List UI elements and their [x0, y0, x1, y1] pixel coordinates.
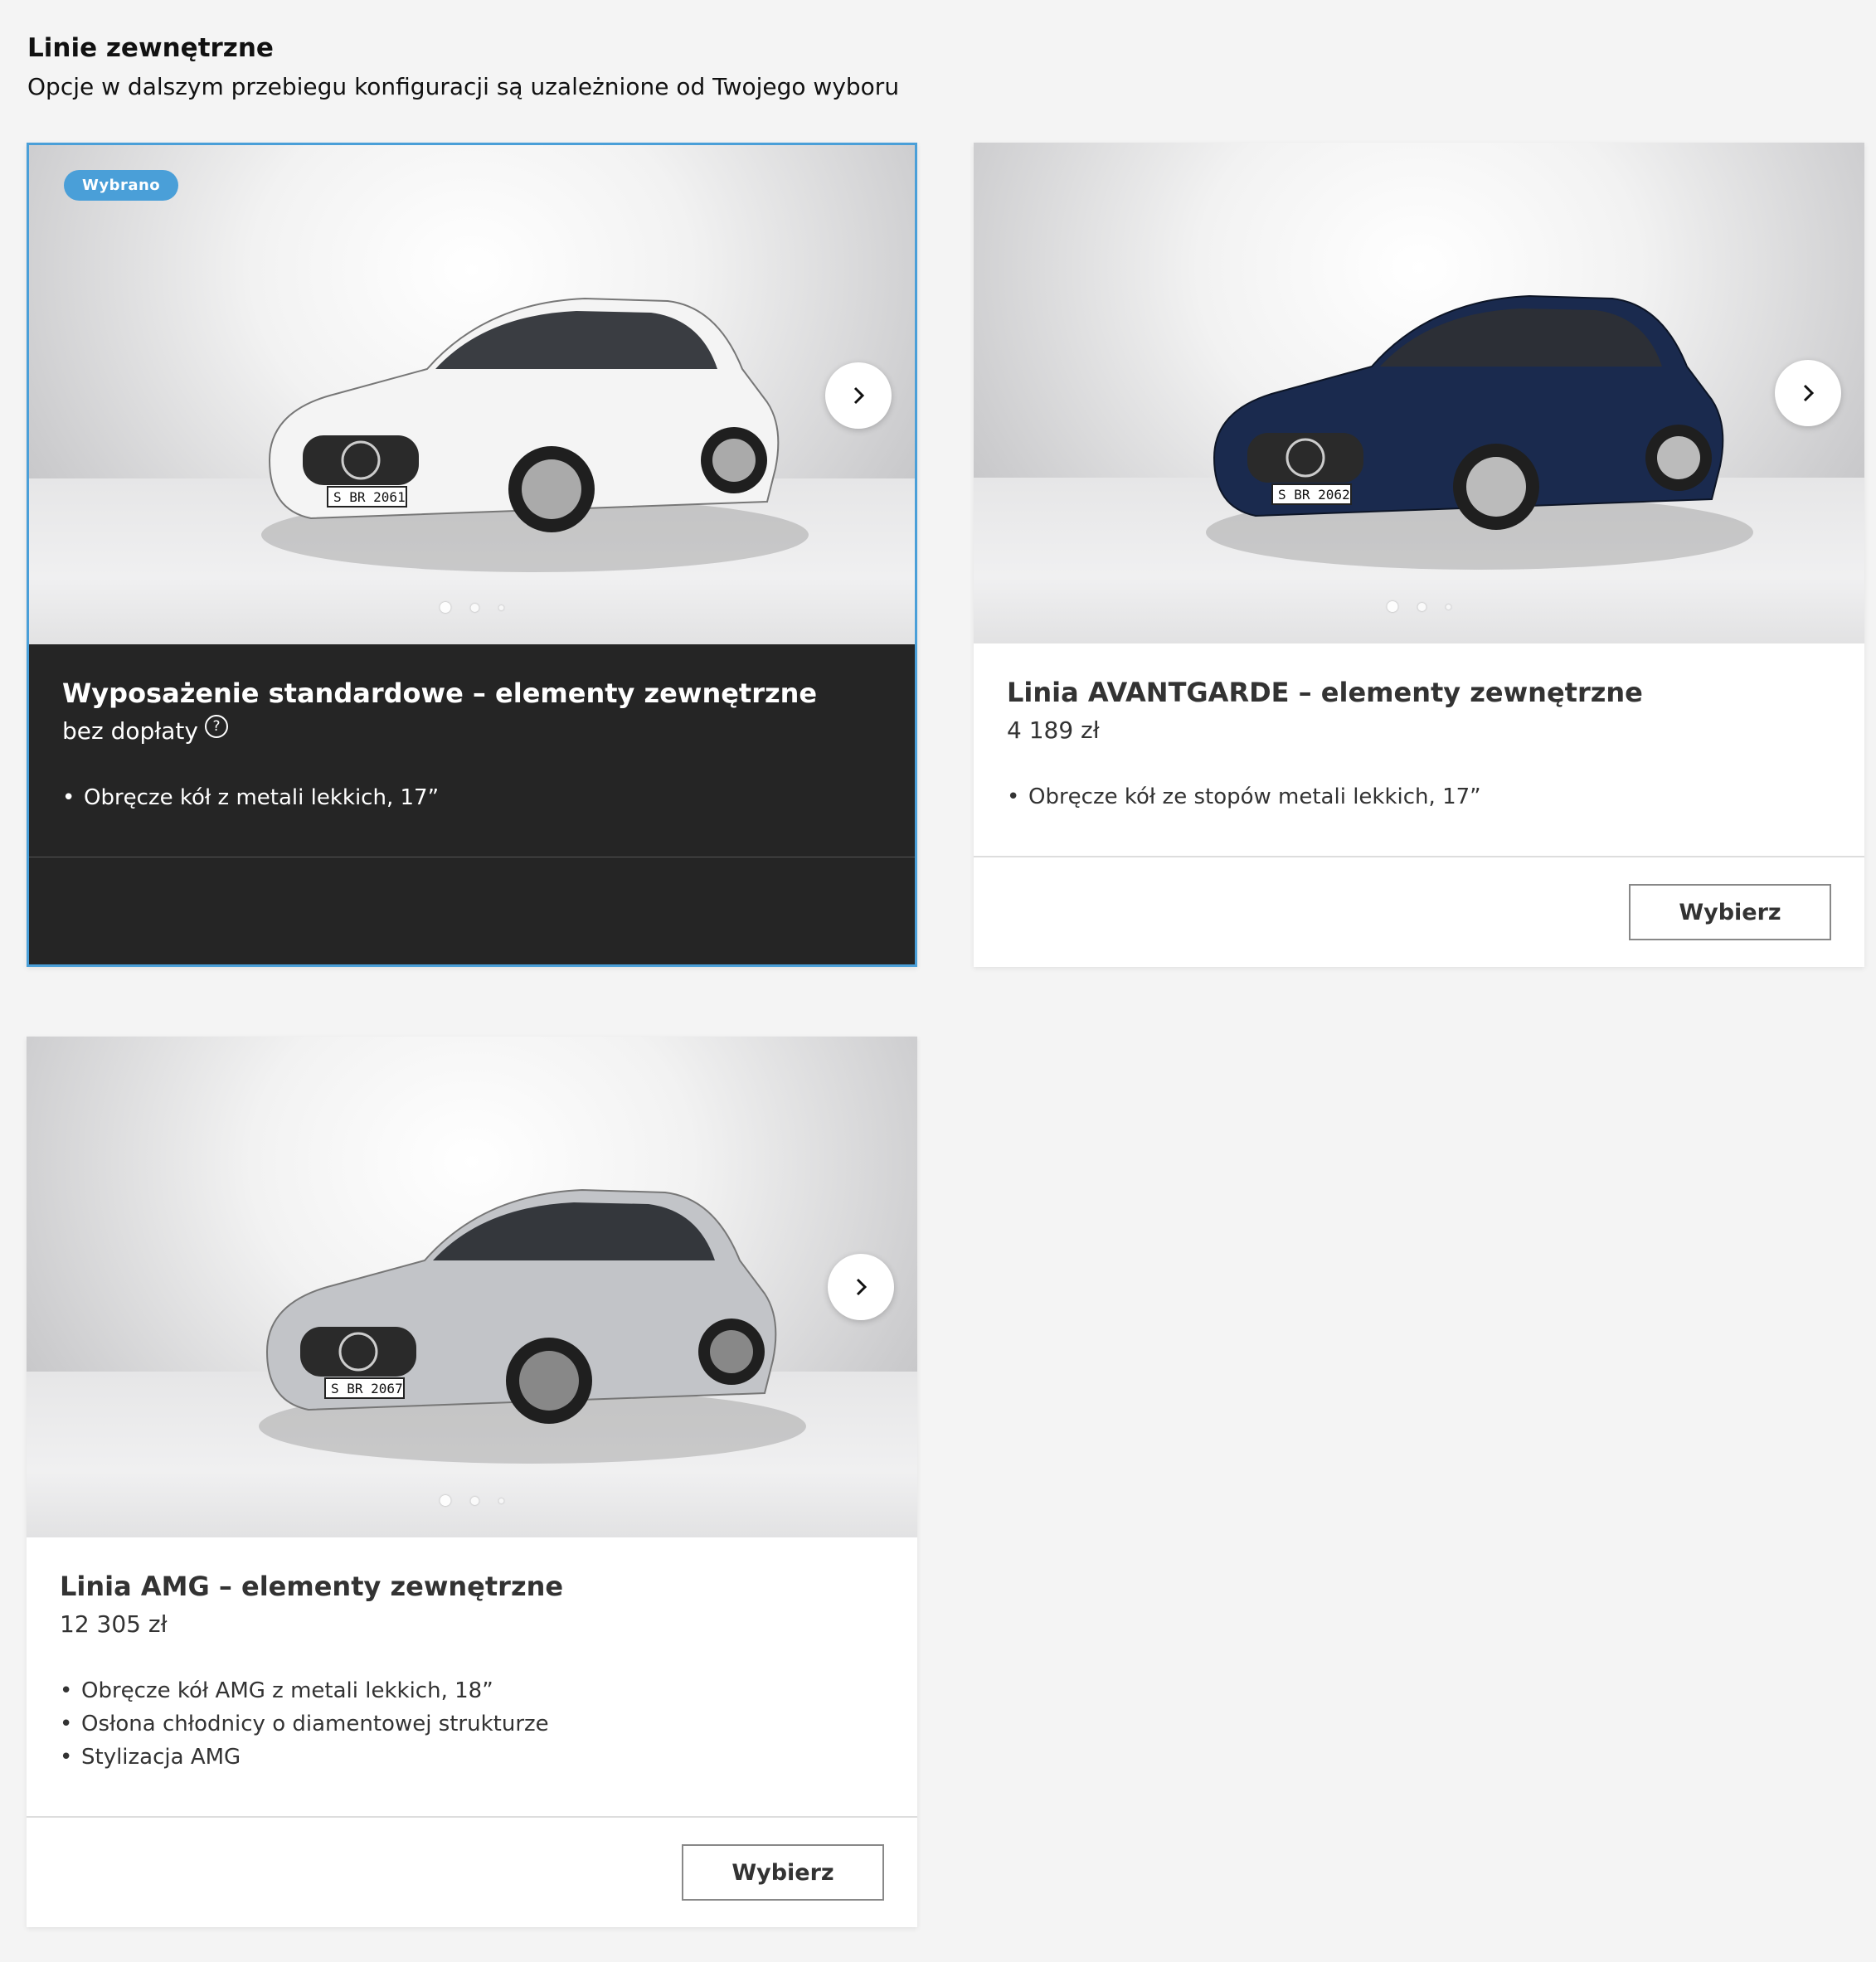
car-image-carousel[interactable]: S BR 2062	[974, 143, 1864, 643]
feature-list: Obręcze kół ze stopów metali lekkich, 17…	[1007, 780, 1831, 813]
license-plate: S BR 2067	[331, 1381, 403, 1396]
option-title: Linia AVANTGARDE – elementy zewnętrzne	[1007, 677, 1643, 708]
car-image: S BR 2062	[1206, 294, 1753, 570]
feature-list: Obręcze kół z metali lekkich, 17”	[62, 781, 882, 814]
carousel-dot[interactable]	[498, 605, 504, 610]
price-label: bez dopłaty	[62, 717, 198, 745]
chevron-right-icon	[853, 386, 865, 405]
feature-item: Osłona chłodnicy o diamentowej strukturz…	[60, 1707, 884, 1741]
chevron-right-icon	[1803, 384, 1815, 402]
option-price: 12 305 zł	[60, 1610, 168, 1638]
carousel-dots	[440, 602, 504, 613]
selected-badge: Wybrano	[64, 170, 179, 201]
option-card-amg[interactable]: S BR 2067 Linia AMG – elementy zewnętrzn…	[27, 1037, 917, 1927]
carousel-dot[interactable]	[440, 1495, 451, 1506]
feature-item: Obręcze kół AMG z metali lekkich, 18”	[60, 1674, 884, 1707]
chevron-right-icon	[856, 1278, 868, 1296]
next-image-button[interactable]	[825, 362, 892, 429]
carousel-dot[interactable]	[498, 1498, 504, 1503]
carousel-dot[interactable]	[440, 602, 451, 613]
question-circle-icon[interactable]: ?	[204, 714, 228, 738]
option-price: 4 189 zł	[1007, 716, 1100, 744]
section-subtitle: Opcje w dalszym przebiegu konfiguracji s…	[27, 73, 900, 100]
feature-item: Stylizacja AMG	[60, 1741, 884, 1774]
option-card-standard[interactable]: S BR 2061 Wybrano Wyposażenie standardow…	[27, 143, 917, 967]
choose-button[interactable]: Wybierz	[682, 1844, 884, 1901]
card-footer: Wybierz	[27, 1816, 917, 1927]
next-image-button[interactable]	[1775, 360, 1841, 426]
next-image-button[interactable]	[828, 1254, 894, 1320]
feature-list: Obręcze kół AMG z metali lekkich, 18” Os…	[60, 1674, 884, 1774]
car-image-carousel[interactable]: S BR 2061 Wybrano	[29, 145, 915, 644]
carousel-dot[interactable]	[470, 603, 479, 612]
option-title: Wyposażenie standardowe – elementy zewnę…	[62, 677, 818, 709]
option-price: bez dopłaty ?	[62, 714, 882, 745]
license-plate: S BR 2062	[1278, 487, 1350, 503]
option-title: Linia AMG – elementy zewnętrzne	[60, 1571, 564, 1602]
license-plate: S BR 2061	[333, 489, 406, 505]
car-image: S BR 2061	[261, 297, 809, 572]
choose-button[interactable]: Wybierz	[1629, 884, 1831, 940]
car-image-carousel[interactable]: S BR 2067	[27, 1037, 917, 1537]
feature-item: Obręcze kół z metali lekkich, 17”	[62, 781, 882, 814]
carousel-dot[interactable]	[1387, 601, 1398, 612]
carousel-dots	[1387, 601, 1451, 612]
carousel-dot[interactable]	[470, 1496, 479, 1505]
card-footer	[29, 857, 915, 964]
carousel-dot[interactable]	[1446, 604, 1451, 609]
section-title: Linie zewnętrzne	[27, 33, 274, 63]
carousel-dot[interactable]	[1417, 602, 1426, 611]
car-image: S BR 2067	[259, 1188, 806, 1464]
option-card-avantgarde[interactable]: S BR 2062 Linia AVANTGARDE – elementy ze…	[974, 143, 1864, 967]
carousel-dots	[440, 1495, 504, 1506]
feature-item: Obręcze kół ze stopów metali lekkich, 17…	[1007, 780, 1831, 813]
card-footer: Wybierz	[974, 856, 1864, 967]
